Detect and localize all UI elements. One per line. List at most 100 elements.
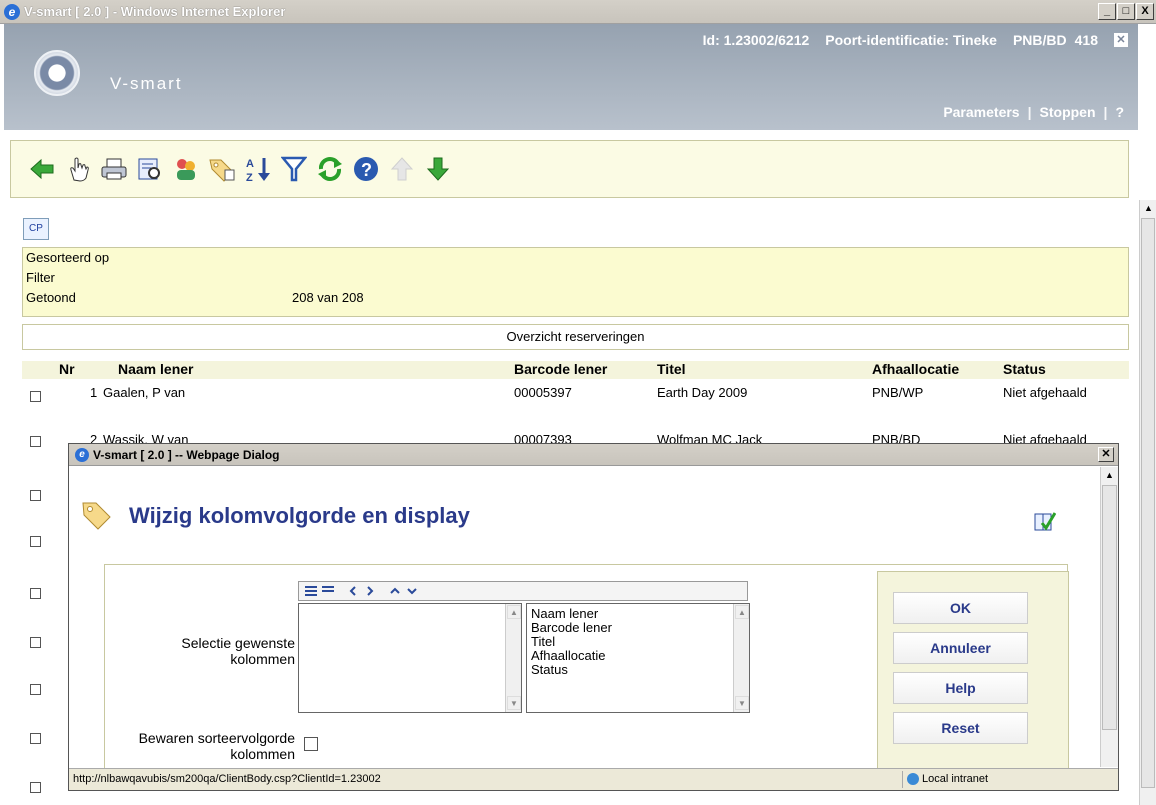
- preview-icon[interactable]: [135, 154, 165, 184]
- row-naam[interactable]: Gaalen, P van: [103, 385, 185, 400]
- row-checkbox[interactable]: [30, 733, 41, 744]
- arrow-down-icon[interactable]: [423, 154, 453, 184]
- status-url: http://nlbawqavubis/sm200qa/ClientBody.c…: [73, 773, 381, 785]
- col-barcode[interactable]: Barcode lener: [514, 361, 607, 377]
- minimize-button[interactable]: _: [1098, 3, 1116, 20]
- ok-button[interactable]: OK: [893, 592, 1028, 624]
- row-checkbox[interactable]: [30, 637, 41, 648]
- row-nr: 1: [90, 385, 98, 400]
- scroll-up-icon[interactable]: ▲: [1101, 467, 1118, 484]
- reset-button[interactable]: Reset: [893, 712, 1028, 744]
- list-scrollbar[interactable]: ▲ ▼: [505, 604, 521, 712]
- main-scrollbar[interactable]: ▲: [1139, 200, 1156, 805]
- move-up-icon[interactable]: [389, 585, 401, 597]
- scroll-up-icon[interactable]: ▲: [507, 605, 521, 619]
- overview-title: Overzicht reserveringen: [22, 324, 1129, 350]
- keep-sort-label: Bewaren sorteervolgorde kolommen: [138, 730, 295, 762]
- dialog-title: V-smart [ 2.0 ] -- Webpage Dialog: [93, 447, 280, 462]
- parameters-link[interactable]: Parameters: [943, 104, 1019, 120]
- row-barcode: 00005397: [514, 385, 572, 400]
- close-window-button[interactable]: X: [1136, 3, 1154, 20]
- table-header: Nr Naam lener Barcode lener Titel Afhaal…: [22, 361, 1129, 379]
- list-item[interactable]: Barcode lener: [531, 621, 749, 635]
- help-icon[interactable]: ?: [351, 154, 381, 184]
- row-checkbox[interactable]: [30, 782, 41, 793]
- row-titel: Wolfman MC Jack: [657, 432, 763, 443]
- refresh-icon[interactable]: [315, 154, 345, 184]
- row-checkbox[interactable]: [30, 436, 41, 447]
- svg-text:Z: Z: [246, 172, 253, 183]
- row-naam[interactable]: Wassik, W van: [103, 432, 188, 443]
- cp-button[interactable]: CP: [23, 218, 49, 240]
- scroll-thumb[interactable]: [1141, 218, 1155, 788]
- move-down-icon[interactable]: [406, 585, 418, 597]
- list-item[interactable]: Naam lener: [531, 607, 749, 621]
- users-icon[interactable]: [171, 154, 201, 184]
- row-status: Niet afgehaald: [1003, 385, 1087, 400]
- sort-az-icon[interactable]: AZ: [243, 154, 273, 184]
- scroll-down-icon[interactable]: ▼: [735, 696, 749, 710]
- print-icon[interactable]: [99, 154, 129, 184]
- shown-value: 208 van 208: [292, 290, 364, 305]
- toolbar: AZ ?: [10, 140, 1129, 198]
- filter-icon[interactable]: [279, 154, 309, 184]
- scroll-thumb[interactable]: [1102, 485, 1117, 730]
- list-item[interactable]: Status: [531, 663, 749, 677]
- available-columns-list[interactable]: ▲ ▼: [298, 603, 522, 713]
- location-code: PNB/BD: [1012, 32, 1067, 48]
- row-checkbox[interactable]: [30, 684, 41, 695]
- col-titel[interactable]: Titel: [657, 361, 686, 377]
- maximize-button[interactable]: □: [1117, 3, 1135, 20]
- browser-titlebar: e V-smart [ 2.0 ] - Windows Internet Exp…: [0, 0, 1156, 24]
- session-id: Id: 1.23002/6212: [702, 32, 810, 48]
- column-order-dialog: e V-smart [ 2.0 ] -- Webpage Dialog ✕ Wi…: [68, 443, 1119, 791]
- arrow-up-icon: [387, 154, 417, 184]
- selected-columns-list[interactable]: Naam lener Barcode lener Titel Afhaalloc…: [526, 603, 750, 713]
- list-toolbar: [298, 581, 748, 601]
- table-row[interactable]: 2 Wassik, W van 00007393 Wolfman MC Jack…: [22, 432, 1129, 443]
- help-button[interactable]: Help: [893, 672, 1028, 704]
- list-scrollbar[interactable]: ▲ ▼: [733, 604, 749, 712]
- col-afhaal[interactable]: Afhaallocatie: [872, 361, 959, 377]
- ie-icon: e: [4, 3, 20, 20]
- table-row[interactable]: 1 Gaalen, P van 00005397 Earth Day 2009 …: [22, 385, 1129, 403]
- filter-label: Filter: [26, 270, 55, 285]
- back-arrow-icon[interactable]: [27, 154, 57, 184]
- keep-sort-checkbox[interactable]: [304, 737, 318, 751]
- dialog-scrollbar[interactable]: ▲: [1100, 467, 1118, 767]
- poort-identificatie: Poort-identificatie: Tineke: [825, 32, 997, 48]
- tag-icon[interactable]: [207, 154, 237, 184]
- col-status[interactable]: Status: [1003, 361, 1046, 377]
- col-naam[interactable]: Naam lener: [118, 361, 193, 377]
- row-checkbox[interactable]: [30, 588, 41, 599]
- move-right-icon[interactable]: [364, 585, 376, 597]
- list-item[interactable]: Titel: [531, 635, 749, 649]
- detail-view-icon[interactable]: [322, 585, 334, 597]
- confirm-layout-icon[interactable]: [1034, 510, 1056, 532]
- svg-text:A: A: [246, 158, 254, 170]
- app-header: V-smart Id: 1.23002/6212 Poort-identific…: [4, 24, 1138, 130]
- scroll-down-icon[interactable]: ▼: [507, 696, 521, 710]
- col-nr[interactable]: Nr: [59, 361, 75, 377]
- list-item[interactable]: Afhaallocatie: [531, 649, 749, 663]
- row-titel: Earth Day 2009: [657, 385, 748, 400]
- close-session-icon[interactable]: ✕: [1114, 33, 1128, 47]
- dialog-close-button[interactable]: ✕: [1098, 447, 1114, 462]
- window-title: V-smart [ 2.0 ] - Windows Internet Explo…: [24, 4, 286, 19]
- row-checkbox[interactable]: [30, 536, 41, 547]
- row-checkbox[interactable]: [30, 490, 41, 501]
- row-status: Niet afgehaald: [1003, 432, 1087, 443]
- info-panel: Gesorteerd op Filter Getoond 208 van 208: [22, 247, 1129, 317]
- list-view-icon[interactable]: [305, 585, 317, 597]
- row-checkbox[interactable]: [30, 391, 41, 402]
- help-link[interactable]: ?: [1115, 104, 1124, 120]
- dialog-panel: Selectie gewenste kolommen Bewaren sorte…: [104, 564, 1069, 774]
- scroll-up-icon[interactable]: ▲: [735, 605, 749, 619]
- scroll-up-icon[interactable]: ▲: [1140, 200, 1156, 217]
- move-left-icon[interactable]: [347, 585, 359, 597]
- annuleer-button[interactable]: Annuleer: [893, 632, 1028, 664]
- hand-icon[interactable]: [63, 154, 93, 184]
- branch-code: 418: [1074, 32, 1098, 48]
- stoppen-link[interactable]: Stoppen: [1040, 104, 1096, 120]
- row-nr: 2: [90, 432, 98, 443]
